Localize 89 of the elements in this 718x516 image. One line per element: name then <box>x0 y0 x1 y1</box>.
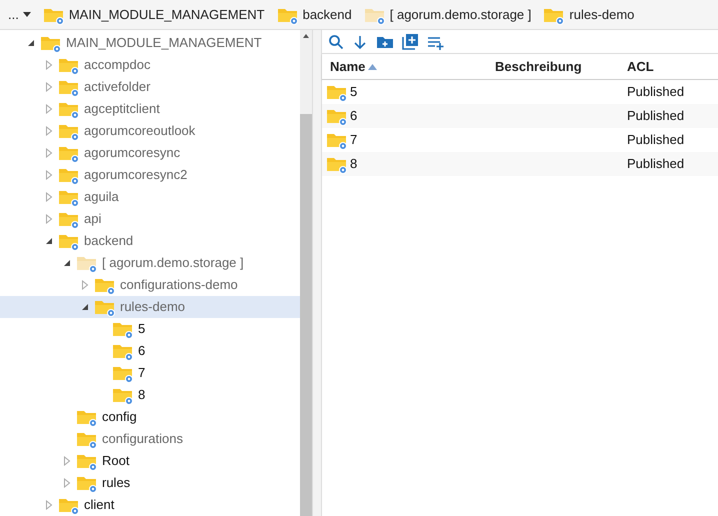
tree-item-label: MAIN_MODULE_MANAGEMENT <box>66 34 262 52</box>
tree-item-label: accompdoc <box>84 56 150 74</box>
breadcrumb-label: backend <box>302 6 352 24</box>
tree-item-label: Root <box>102 452 130 470</box>
expand-triangle-icon[interactable] <box>44 104 54 114</box>
column-header[interactable]: ACL <box>619 56 718 76</box>
expand-triangle-icon[interactable] <box>44 148 54 158</box>
breadcrumb-label: MAIN_MODULE_MANAGEMENT <box>68 6 265 24</box>
tree-item-label: configurations-demo <box>120 276 238 294</box>
tree-item-label: aguila <box>84 188 119 206</box>
tree-item[interactable]: agorumcoresync <box>0 142 300 164</box>
expand-triangle-icon[interactable] <box>44 126 54 136</box>
tree-item-label: [ agorum.demo.storage ] <box>102 254 244 272</box>
tree-item[interactable]: 7 <box>0 362 300 384</box>
expand-triangle-icon[interactable] <box>44 192 54 202</box>
tree-item-label: agceptitclient <box>84 100 160 118</box>
scrollbar[interactable] <box>300 30 312 516</box>
tree-item[interactable]: activefolder <box>0 76 300 98</box>
sort-ascending-icon <box>368 64 378 70</box>
table-cell: Published <box>627 108 684 123</box>
tree-item[interactable]: configurations <box>0 428 300 450</box>
tree-item-label: agorumcoresync <box>84 144 180 162</box>
expand-triangle-icon[interactable] <box>44 82 54 92</box>
tree-item[interactable]: 5 <box>0 318 300 340</box>
tree-item-label: backend <box>84 232 134 250</box>
tree-item[interactable]: rules-demo <box>0 296 300 318</box>
tree-item-label: 6 <box>138 342 146 360</box>
tree-item[interactable]: client <box>0 494 300 516</box>
tree-item-label: config <box>102 408 137 426</box>
breadcrumb-item[interactable]: MAIN_MODULE_MANAGEMENT <box>42 4 265 24</box>
column-header[interactable]: Beschreibung <box>487 56 619 76</box>
column-header[interactable]: Name <box>322 56 487 76</box>
expand-triangle-icon[interactable] <box>44 60 54 70</box>
tree-item-label: client <box>84 496 114 514</box>
tree-item[interactable]: aguila <box>0 186 300 208</box>
breadcrumb-item[interactable]: rules-demo <box>543 4 634 24</box>
tree-item-label: api <box>84 210 102 228</box>
tree-item[interactable]: Root <box>0 450 300 472</box>
table-cell-text: 8 <box>350 155 358 174</box>
tree-item[interactable]: config <box>0 406 300 428</box>
table-cell: Published <box>627 84 684 99</box>
tree-item-label: rules <box>102 474 130 492</box>
table-cell: Published <box>627 132 684 147</box>
tree-item[interactable]: MAIN_MODULE_MANAGEMENT <box>0 32 300 54</box>
tree-item-label: 5 <box>138 320 146 338</box>
table-cell: Published <box>627 156 684 171</box>
tree-item-label: 7 <box>138 364 146 382</box>
table-row[interactable]: 6 Published <box>322 104 718 128</box>
breadcrumb-item[interactable]: [ agorum.demo.storage ] <box>364 4 532 24</box>
tree-item[interactable]: accompdoc <box>0 54 300 76</box>
tree-item[interactable]: 8 <box>0 384 300 406</box>
tree-item-label: rules-demo <box>120 298 186 316</box>
search-icon[interactable] <box>328 34 344 50</box>
expand-triangle-icon[interactable] <box>62 478 72 488</box>
tree-item[interactable]: configurations-demo <box>0 274 300 296</box>
tree-item[interactable]: 6 <box>0 340 300 362</box>
tree-item[interactable]: agorumcoreoutlook <box>0 120 300 142</box>
tree-item-label: agorumcoreoutlook <box>84 122 196 140</box>
tree-item[interactable]: [ agorum.demo.storage ] <box>0 252 300 274</box>
expand-triangle-icon[interactable] <box>62 456 72 466</box>
tree-item[interactable]: agorumcoresync2 <box>0 164 300 186</box>
table-row[interactable]: 8 Published <box>322 152 718 176</box>
breadcrumb-label: [ agorum.demo.storage ] <box>390 6 532 24</box>
tree-item-label: activefolder <box>84 78 150 96</box>
expand-triangle-icon[interactable] <box>44 500 54 510</box>
expand-triangle-icon[interactable] <box>80 280 90 290</box>
download-arrow-icon[interactable] <box>352 34 368 50</box>
tree-item[interactable]: api <box>0 208 300 230</box>
collapse-triangle-icon[interactable] <box>26 38 36 48</box>
scrollbar-thumb[interactable] <box>300 114 312 516</box>
table-cell-text: 6 <box>350 107 358 126</box>
breadcrumb-menu-button[interactable]: ... <box>8 4 31 24</box>
tree-item-label: agorumcoresync2 <box>84 166 188 184</box>
table-cell-text: 7 <box>350 131 358 150</box>
table-cell-text: 5 <box>350 83 358 102</box>
collapse-triangle-icon[interactable] <box>62 258 72 268</box>
collapse-triangle-icon[interactable] <box>44 236 54 246</box>
tree-item-label: 8 <box>138 386 146 404</box>
tree-item[interactable]: agceptitclient <box>0 98 300 120</box>
collapse-triangle-icon[interactable] <box>80 302 90 312</box>
expand-triangle-icon[interactable] <box>44 214 54 224</box>
tree-item[interactable]: backend <box>0 230 300 252</box>
caret-icon <box>22 12 31 18</box>
tree-item-label: configurations <box>102 430 183 448</box>
breadcrumb-item[interactable]: backend <box>276 4 352 24</box>
add-item-icon[interactable] <box>402 33 419 50</box>
expand-triangle-icon[interactable] <box>44 170 54 180</box>
breadcrumb-label: rules-demo <box>569 6 634 24</box>
tree-item[interactable]: rules <box>0 472 300 494</box>
